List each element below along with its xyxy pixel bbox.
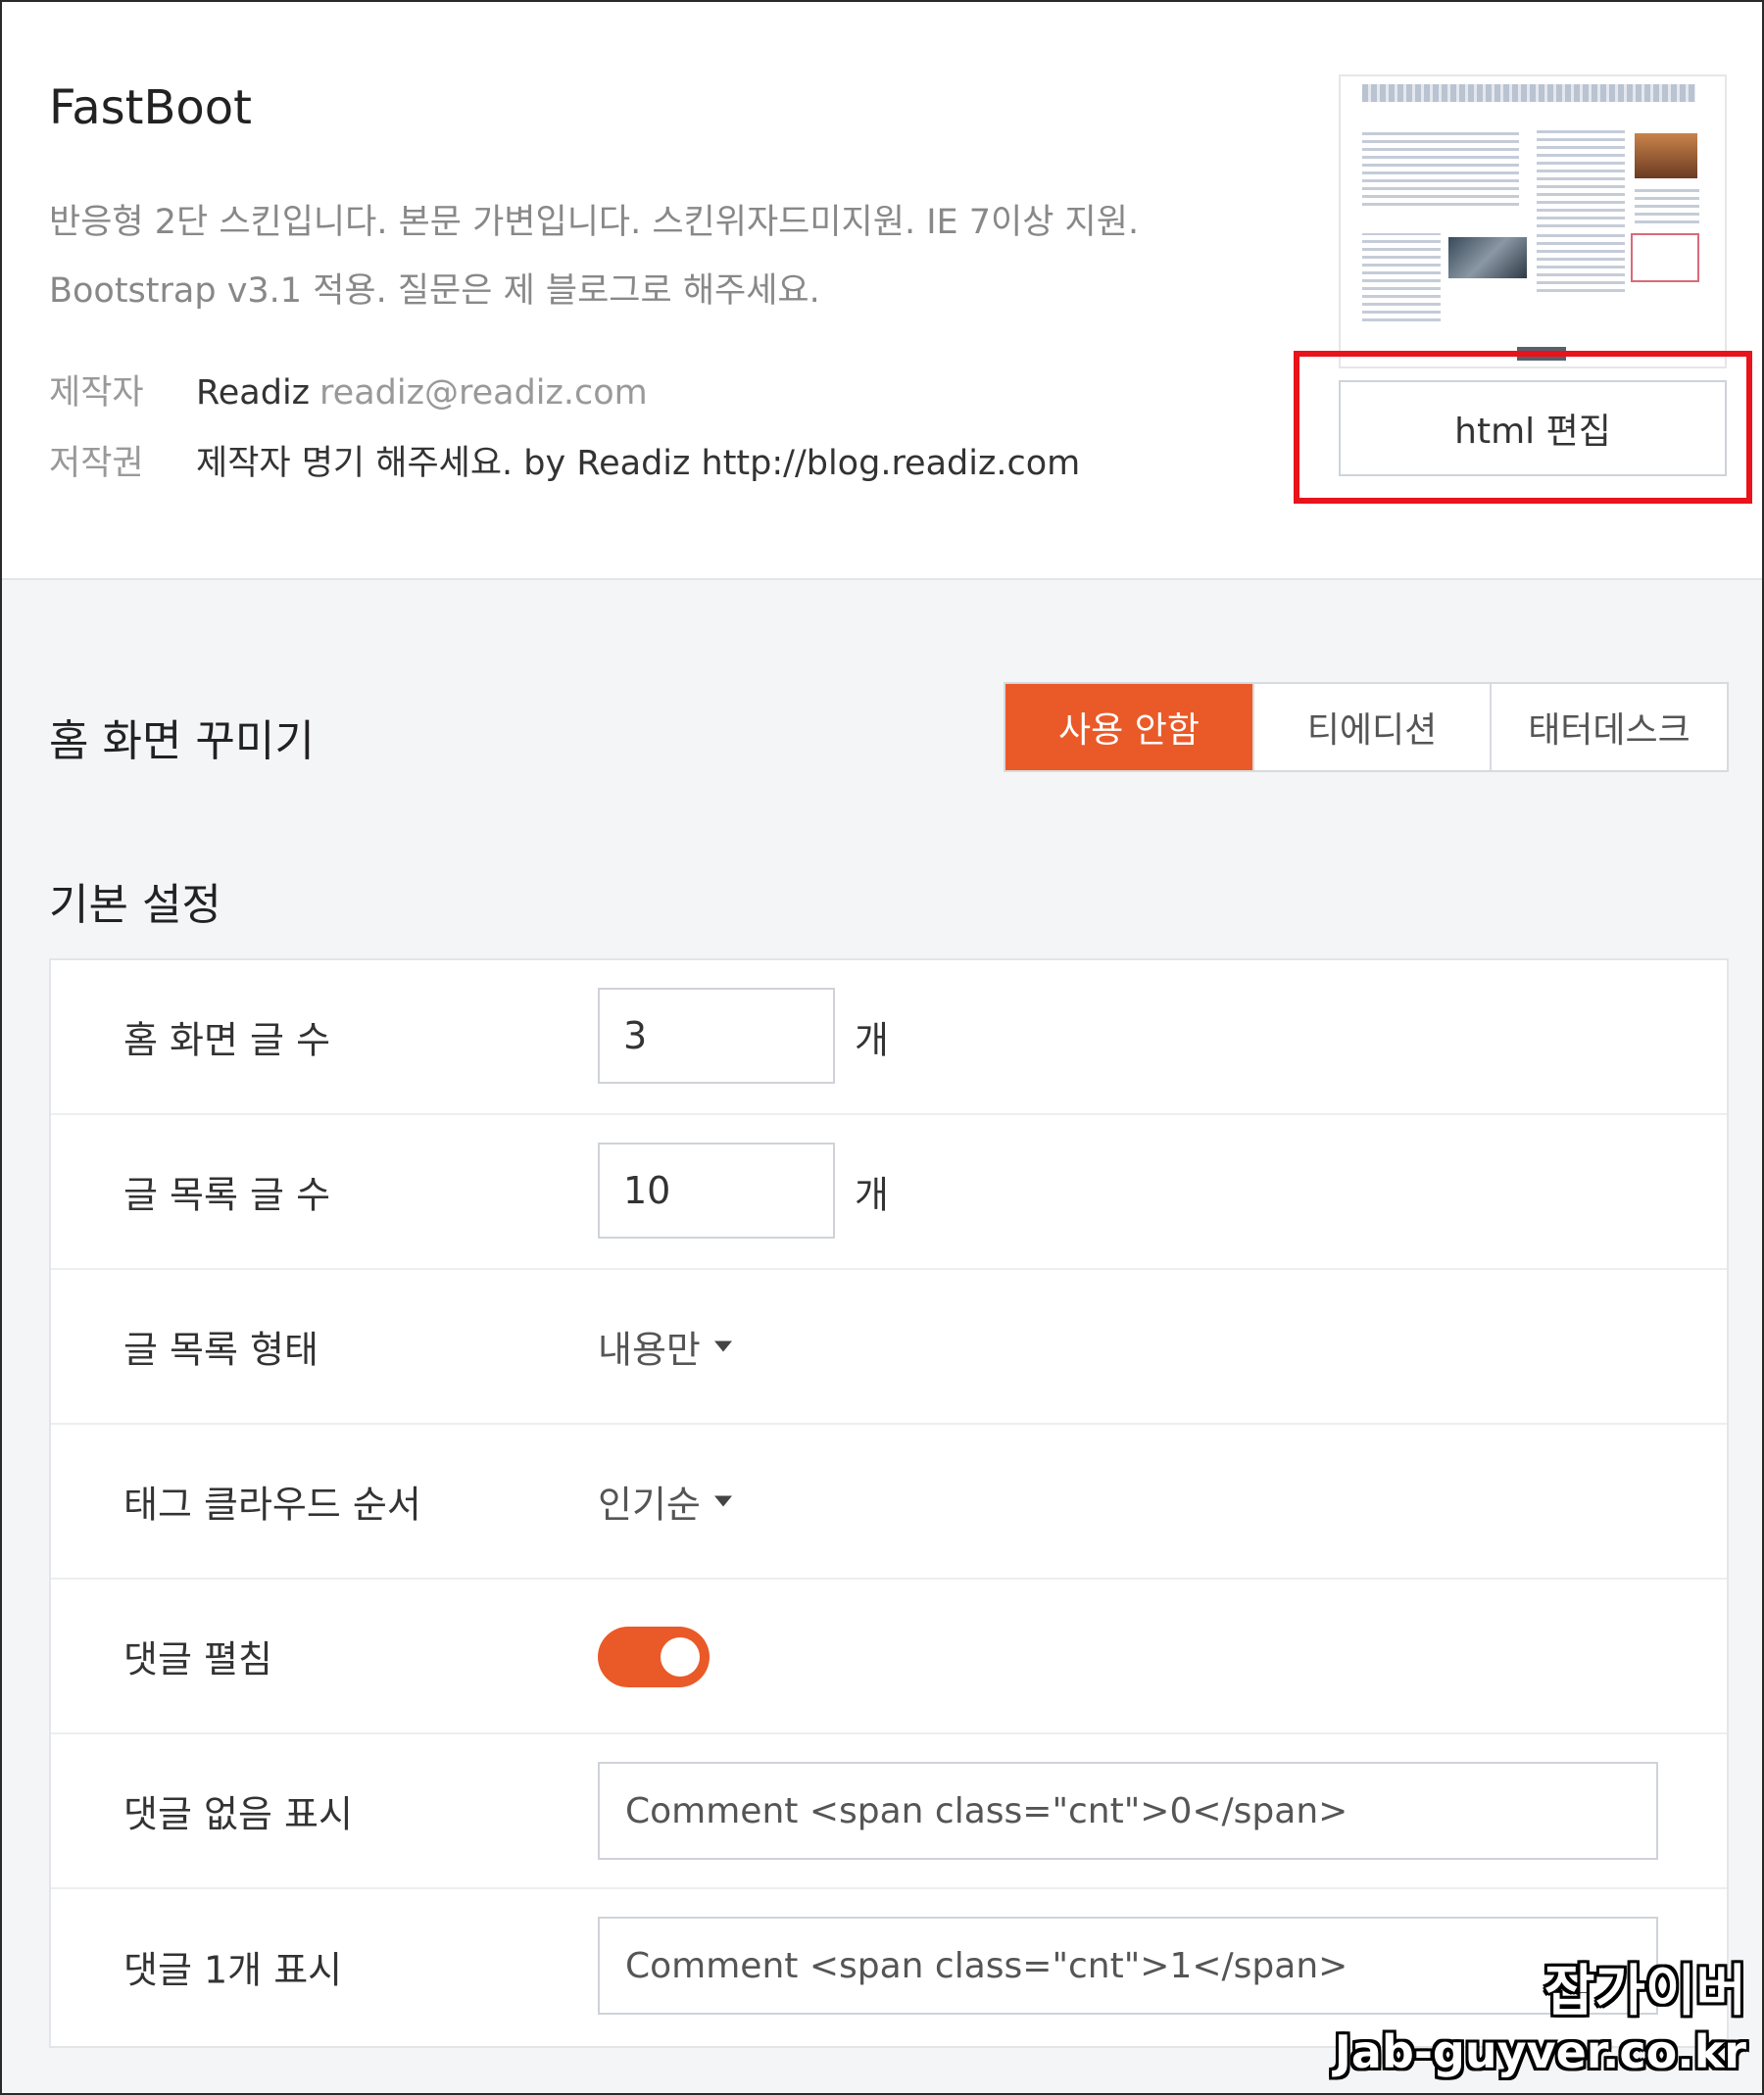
- tag-cloud-order-label: 태그 클라우드 순서: [123, 1483, 421, 1527]
- copyright-row: 저작권 제작자 명기 해주세요. by Readiz http://blog.re…: [49, 435, 1080, 485]
- comment-expand-label: 댓글 펼침: [123, 1637, 272, 1681]
- list-post-count-label: 글 목록 글 수: [123, 1173, 331, 1217]
- tag-cloud-order-selected: 인기순: [598, 1483, 701, 1527]
- author-name: Readiz: [196, 373, 311, 413]
- skin-info-panel: FastBoot 반응형 2단 스킨입니다. 본문 가변입니다. 스킨위자드미지…: [2, 2, 1762, 580]
- author-label: 제작자: [49, 373, 144, 413]
- home-post-count-label: 홈 화면 글 수: [123, 1018, 331, 1062]
- thumbnail-text-block: [1362, 129, 1519, 206]
- thumbnail-bar: [1517, 347, 1566, 361]
- basic-settings-title: 기본 설정: [49, 880, 221, 930]
- author-email: readiz@readiz.com: [319, 373, 648, 413]
- skin-preview-thumbnail[interactable]: [1339, 74, 1727, 368]
- skin-description: 반응형 2단 스킨입니다. 본문 가변입니다. 스킨위자드미지원. IE 7이상…: [49, 188, 1264, 325]
- home-decorate-option-tatterdesk[interactable]: 태터데스크: [1490, 684, 1727, 770]
- home-decorate-title: 홈 화면 꾸미기: [49, 716, 315, 766]
- skin-settings-page: FastBoot 반응형 2단 스킨입니다. 본문 가변입니다. 스킨위자드미지…: [0, 0, 1764, 2095]
- copyright-value: 제작자 명기 해주세요. by Readiz http://blog.readi…: [196, 444, 1081, 483]
- author-row: 제작자 Readiz readiz@readiz.com: [49, 365, 648, 414]
- copyright-label: 저작권: [49, 444, 144, 483]
- no-comment-display-input[interactable]: [598, 1762, 1658, 1860]
- no-comment-display-label: 댓글 없음 표시: [123, 1792, 353, 1836]
- setting-row-home-post-count: 홈 화면 글 수 개: [51, 960, 1727, 1115]
- caret-down-icon: [713, 1495, 732, 1507]
- setting-row-comment-expand: 댓글 펼침: [51, 1580, 1727, 1734]
- thumbnail-text-block: [1537, 129, 1625, 227]
- watermark-korean: 잡가이버: [1544, 1960, 1746, 2023]
- thumbnail-image: [1635, 133, 1697, 178]
- basic-settings-table: 홈 화면 글 수 개 글 목록 글 수 개 글 목록 형태 내용만 태그 클라우…: [49, 958, 1729, 2048]
- list-post-count-input[interactable]: [598, 1143, 835, 1239]
- html-edit-button[interactable]: html 편집: [1339, 380, 1727, 476]
- thumbnail-header: [1362, 84, 1695, 102]
- setting-row-list-post-count: 글 목록 글 수 개: [51, 1115, 1727, 1270]
- caret-down-icon: [713, 1340, 732, 1352]
- thumbnail-text-block: [1537, 233, 1625, 292]
- list-post-count-unit: 개: [855, 1173, 889, 1217]
- skin-title: FastBoot: [49, 80, 252, 135]
- home-decorate-option-none[interactable]: 사용 안함: [1005, 684, 1252, 770]
- setting-row-tag-cloud-order: 태그 클라우드 순서 인기순: [51, 1425, 1727, 1580]
- list-type-dropdown[interactable]: 내용만: [598, 1320, 732, 1374]
- home-decorate-segmented-control: 사용 안함 티에디션 태터데스크: [1004, 682, 1729, 772]
- watermark: 잡가이버 Jab-guyver.co.kr: [1335, 1960, 1746, 2079]
- tag-cloud-order-dropdown[interactable]: 인기순: [598, 1475, 732, 1529]
- home-post-count-input[interactable]: [598, 988, 835, 1084]
- list-type-selected: 내용만: [598, 1328, 701, 1372]
- thumbnail-highlight: [1631, 233, 1699, 282]
- list-type-label: 글 목록 형태: [123, 1328, 318, 1372]
- toggle-knob: [661, 1637, 700, 1677]
- home-post-count-unit: 개: [855, 1018, 889, 1062]
- home-decorate-option-tedition[interactable]: 티에디션: [1252, 684, 1490, 770]
- thumbnail-text-block: [1635, 184, 1699, 223]
- comment-expand-toggle[interactable]: [598, 1627, 710, 1687]
- thumbnail-text-block: [1362, 233, 1441, 321]
- watermark-domain: Jab-guyver.co.kr: [1334, 2025, 1746, 2078]
- setting-row-no-comment-display: 댓글 없음 표시: [51, 1734, 1727, 1889]
- setting-row-list-type: 글 목록 형태 내용만: [51, 1270, 1727, 1425]
- skin-description-line-2: Bootstrap v3.1 적용. 질문은 제 블로그로 해주세요.: [49, 271, 820, 311]
- thumbnail-image: [1448, 237, 1527, 278]
- one-comment-display-label: 댓글 1개 표시: [123, 1948, 343, 1992]
- skin-description-line-1: 반응형 2단 스킨입니다. 본문 가변입니다. 스킨위자드미지원. IE 7이상…: [49, 203, 1140, 242]
